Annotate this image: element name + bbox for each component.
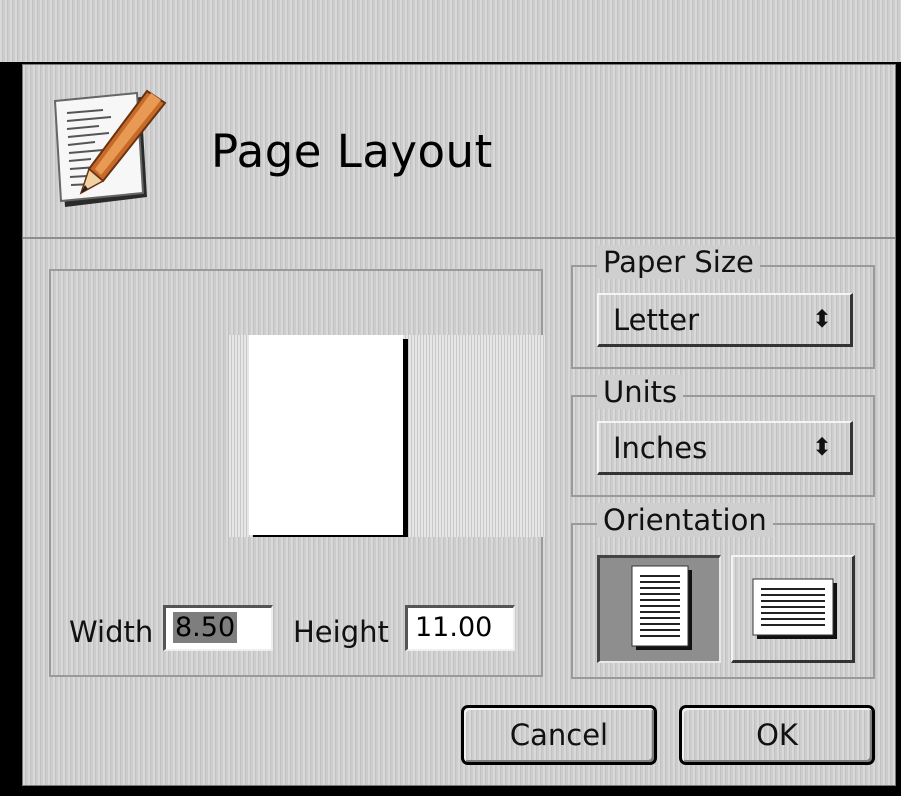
width-value: 8.50 [173, 612, 238, 643]
landscape-page-icon [752, 578, 837, 639]
orientation-legend: Orientation [597, 503, 773, 537]
height-field[interactable]: 11.00 [405, 605, 515, 651]
dialog-title: Page Layout [211, 125, 493, 178]
dialog-header: Page Layout [23, 65, 895, 239]
paper-size-group: Paper Size Letter ⬍ [571, 245, 875, 369]
up-down-arrows-icon: ⬍ [811, 305, 832, 333]
title-bar[interactable] [0, 0, 901, 62]
up-down-arrows-icon: ⬍ [811, 433, 832, 461]
units-group: Units Inches ⬍ [571, 375, 875, 497]
width-label: Width [69, 615, 154, 649]
ok-button[interactable]: OK [679, 705, 875, 765]
paper-size-legend: Paper Size [597, 245, 760, 279]
paper-size-select[interactable]: Letter ⬍ [597, 293, 853, 347]
document-pencil-icon [53, 89, 167, 207]
paper-size-value: Letter [613, 303, 699, 337]
units-legend: Units [597, 375, 684, 409]
landscape-button[interactable] [731, 555, 855, 663]
units-value: Inches [613, 431, 708, 465]
height-label: Height [293, 615, 389, 649]
paper-shadow-right [403, 339, 408, 537]
page-preview-panel: Width 8.50 Height 11.00 [49, 269, 545, 677]
page-layout-dialog: Page Layout Width 8.50 Height 11.00 Pape… [22, 64, 896, 786]
units-select[interactable]: Inches ⬍ [597, 421, 853, 475]
orientation-group: Orientation [571, 503, 875, 679]
width-field[interactable]: 8.50 [163, 605, 273, 651]
portrait-button[interactable] [597, 555, 721, 663]
cancel-button[interactable]: Cancel [461, 705, 657, 765]
portrait-page-icon [631, 565, 692, 650]
paper-preview [249, 335, 403, 535]
